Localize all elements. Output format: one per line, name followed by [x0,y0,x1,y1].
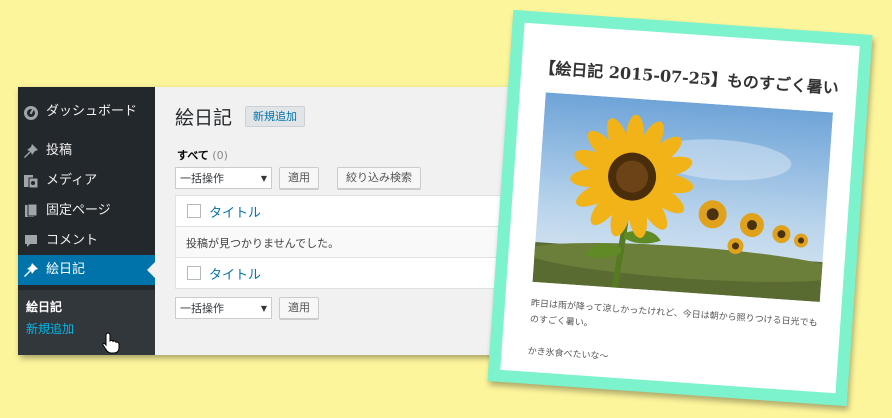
dashboard-icon [24,106,38,120]
submenu: 絵日記 新規追加 [18,290,155,355]
page-title: 絵日記 [175,107,233,129]
column-title-footer[interactable]: タイトル [209,264,261,283]
wp-admin-screenshot: ダッシュボード 投稿 メディア 固定ページ コメント 絵日記 絵日記 新規追加 … [18,87,518,355]
menu-item-dashboard[interactable]: ダッシュボード [18,99,155,125]
bulk-action-select-top[interactable]: 一括操作 ▼ [175,167,272,189]
apply-button-bottom[interactable]: 適用 [279,297,319,319]
bulk-action-select-bottom[interactable]: 一括操作 ▼ [175,297,272,319]
posts-table: タイトル 投稿が見つかりませんでした。 タイトル [175,195,518,289]
no-items-message: 投稿が見つかりませんでした。 [186,237,340,250]
column-title-header[interactable]: タイトル [209,202,261,221]
menu-item-media[interactable]: メディア [18,168,155,194]
select-all-checkbox-footer[interactable] [187,266,201,280]
filter-all-link[interactable]: すべて [177,149,209,162]
comment-icon [25,235,37,247]
menu-label: コメント [46,233,99,248]
dropdown-arrow-icon: ▼ [260,304,267,313]
pin-icon [24,263,38,277]
post-preview-card: 【絵日記 2015-07-25】ものすごく暑い 昨日は雨が降って涼しかったけれど… [487,9,873,407]
menu-label: 固定ページ [46,203,111,218]
post-title: 【絵日記 2015-07-25】ものすごく暑い [538,57,840,98]
post-preview: 【絵日記 2015-07-25】ものすごく暑い 昨日は雨が降って涼しかったけれど… [500,22,860,394]
page-icon [25,203,38,217]
menu-item-comments[interactable]: コメント [18,228,155,254]
submenu-item-all[interactable]: 絵日記 [26,298,62,315]
menu-label: 投稿 [46,143,73,158]
post-body: 昨日は雨が降って涼しかったけれど、今日は朝から照りつける日光でものすごく暑い。 [529,298,818,330]
menu-label: ダッシュボード [46,104,138,119]
hand-cursor-icon [102,332,120,354]
status-filter: すべて (0) [177,147,228,163]
main-content: 絵日記 新規追加 すべて (0) 一括操作 ▼ 適用 絞り込み検索 タイトル 投… [155,87,518,355]
post-closing: かき氷食べたいな～ [527,346,609,363]
menu-item-pages[interactable]: 固定ページ [18,198,155,224]
filter-all-count: (0) [212,149,228,162]
table-header-row: タイトル [176,196,518,227]
add-new-button[interactable]: 新規追加 [245,106,305,127]
apply-button-top[interactable]: 適用 [279,167,319,189]
dropdown-arrow-icon: ▼ [260,174,267,183]
submenu-item-add-new[interactable]: 新規追加 [26,320,74,337]
bulk-action-value: 一括操作 [180,302,224,315]
active-menu-arrow [147,262,155,278]
sunflower-photo [532,92,834,302]
admin-sidebar: ダッシュボード 投稿 メディア 固定ページ コメント 絵日記 絵日記 新規追加 [18,87,155,355]
menu-label: メディア [46,173,98,188]
menu-item-picture-diary[interactable]: 絵日記 [18,255,155,285]
table-row: 投稿が見つかりませんでした。 [176,227,518,258]
bulk-action-value: 一括操作 [180,172,224,185]
menu-item-posts[interactable]: 投稿 [18,138,155,164]
pin-icon [24,144,38,158]
table-footer-row: タイトル [176,258,518,289]
filter-button[interactable]: 絞り込み検索 [337,167,421,189]
menu-label: 絵日記 [46,262,86,277]
select-all-checkbox[interactable] [187,204,201,218]
media-icon [24,175,39,189]
